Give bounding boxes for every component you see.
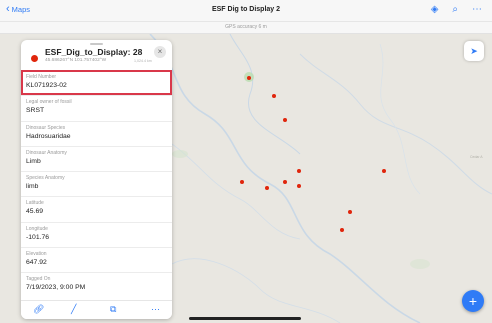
home-indicator [189,317,301,320]
gps-accuracy: GPS accuracy 6 m [225,24,267,30]
popup-coordinates: 45.686267°N 101.757402°W [45,58,107,63]
popup-distance: 1,024.4 km [134,59,152,63]
map-point[interactable] [348,210,352,214]
top-nav-bar: ‹ Maps ESF Dig to Display 2 ◈ ⌕ ⋯ [0,0,492,22]
field-row-field-number[interactable]: Field Number KL071923-02 [21,70,172,96]
location-arrow-icon: ➤ [470,45,478,56]
field-label: Elevation [26,251,47,258]
attribute-list: Field Number KL071923-02 Legal owner of … [21,70,172,298]
field-label: Latitude [26,200,44,207]
feature-symbol-icon [31,55,38,62]
field-label: Longitude [26,225,48,232]
field-row-dinosaur-anatomy[interactable]: Dinosaur Anatomy Limb [21,145,172,171]
gps-bar: GPS accuracy 6 m [0,22,492,34]
field-row-species-anatomy[interactable]: Species Anatomy limb [21,171,172,196]
popup-title: ESF_Dig_to_Display: 28 [45,47,143,57]
edit-icon[interactable]: ╱ [71,304,76,315]
more-icon[interactable]: ⋯ [472,3,482,17]
field-value: Hadrosuaridae [26,132,71,140]
field-label: Tagged On [26,276,51,283]
field-label: Legal owner of fossil [26,99,72,106]
map-point[interactable] [340,228,344,232]
field-label: Dinosaur Species [26,124,66,131]
duplicate-icon[interactable]: ⧉ [110,304,116,315]
feature-popup: ESF_Dig_to_Display: 28 45.686267°N 101.7… [21,40,172,319]
more-icon[interactable]: ⋯ [151,304,160,315]
map-point[interactable] [240,180,244,184]
link-icon[interactable]: 🔗︎ [33,304,44,315]
field-value: SRST [26,107,45,115]
map-point[interactable] [297,169,301,173]
field-value: limb [26,183,39,191]
close-icon[interactable]: × [154,46,166,58]
field-value: 647.92 [26,259,47,267]
top-actions: ◈ ⌕ ⋯ [431,3,482,17]
field-value: KL071923-02 [26,82,67,89]
search-icon[interactable]: ⌕ [452,3,458,17]
field-row-elevation[interactable]: Elevation 647.92 [21,247,172,272]
field-row-longitude[interactable]: Longitude -101.76 [21,221,172,247]
map-point[interactable] [283,180,287,184]
map-point[interactable] [272,94,276,98]
map-point[interactable] [247,76,251,80]
add-feature-button[interactable]: + [462,290,484,312]
map-point[interactable] [283,118,287,122]
field-row-tagged-on[interactable]: Tagged On 7/19/2023, 9:00 PM [21,272,172,297]
map-point[interactable] [297,184,301,188]
field-label: Species Anatomy [26,175,65,182]
map-place-label: Cedar A [470,155,483,159]
field-row-legal-owner[interactable]: Legal owner of fossil SRST [21,95,172,120]
popup-header: ESF_Dig_to_Display: 28 45.686267°N 101.7… [21,40,172,70]
locate-button[interactable]: ➤ [464,41,484,61]
field-label: Field Number [26,74,57,80]
field-row-dinosaur-species[interactable]: Dinosaur Species Hadrosuaridae [21,120,172,146]
layers-icon[interactable]: ◈ [431,3,439,17]
field-value: 45.69 [26,208,44,216]
map-point[interactable] [382,169,386,173]
popup-toolbar: 🔗︎ ╱ ⧉ ⋯ [21,300,172,319]
field-value: Limb [26,157,41,165]
field-row-latitude[interactable]: Latitude 45.69 [21,196,172,221]
page-title: ESF Dig to Display 2 [211,6,281,13]
field-value: -101.76 [26,233,50,241]
field-value: 7/19/2023, 9:00 PM [26,284,86,292]
map-point[interactable] [265,186,269,190]
field-label: Dinosaur Anatomy [26,149,67,156]
